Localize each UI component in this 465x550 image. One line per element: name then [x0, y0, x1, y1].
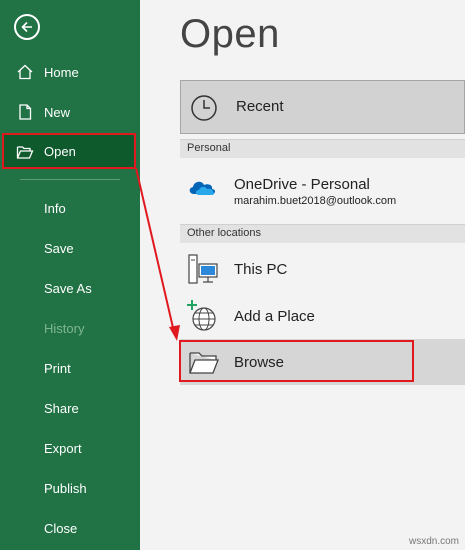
- nav-history: History: [0, 309, 140, 347]
- nav-info-label: Info: [44, 200, 66, 216]
- personal-section-header: Personal: [180, 139, 465, 158]
- new-document-icon: [19, 104, 32, 120]
- nav-export-label: Export: [44, 440, 82, 456]
- add-a-place-label: Add a Place: [234, 308, 315, 325]
- nav-home-label: Home: [44, 64, 79, 80]
- nav-save-as[interactable]: Save As: [0, 269, 140, 307]
- back-button[interactable]: [14, 14, 40, 40]
- this-pc-location[interactable]: This PC: [180, 248, 465, 292]
- nav-print[interactable]: Print: [0, 349, 140, 387]
- other-locations-header: Other locations: [180, 224, 465, 243]
- nav-save-as-label: Save As: [44, 280, 92, 296]
- onedrive-email: marahim.buet2018@outlook.com: [234, 195, 397, 207]
- browse-button[interactable]: Browse: [180, 339, 465, 385]
- nav-open-label: Open: [44, 143, 76, 159]
- nav-print-label: Print: [44, 360, 71, 376]
- home-icon: [17, 64, 33, 80]
- nav-save-label: Save: [44, 240, 74, 256]
- recent-button[interactable]: Recent: [180, 80, 465, 134]
- nav-close-label: Close: [44, 520, 78, 536]
- nav-info[interactable]: Info: [0, 189, 140, 227]
- clock-icon: [191, 95, 217, 121]
- recent-label: Recent: [236, 98, 284, 115]
- onedrive-cloud-icon: [189, 181, 215, 195]
- add-a-place-location[interactable]: Add a Place: [180, 294, 465, 338]
- watermark: wsxdn.com: [408, 536, 459, 547]
- nav-share[interactable]: Share: [0, 389, 140, 427]
- nav-publish-label: Publish: [44, 480, 87, 496]
- nav-home[interactable]: Home: [0, 53, 140, 91]
- backstage-sidebar: Home New Open Info Save Save As History …: [0, 0, 140, 550]
- back-arrow-icon: [21, 21, 32, 33]
- nav-new[interactable]: New: [0, 93, 140, 131]
- other-locations-label: Other locations: [187, 227, 261, 239]
- folder-icon: [189, 352, 219, 374]
- this-pc-label: This PC: [234, 261, 288, 278]
- nav-open[interactable]: Open: [2, 133, 136, 169]
- browse-label: Browse: [234, 354, 285, 371]
- onedrive-personal-location[interactable]: OneDrive - Personal marahim.buet2018@out…: [180, 168, 465, 212]
- globe-add-icon: [187, 300, 216, 331]
- onedrive-name: OneDrive - Personal: [234, 176, 370, 193]
- nav-share-label: Share: [44, 400, 79, 416]
- nav-history-label: History: [44, 320, 85, 336]
- folder-open-icon: [16, 146, 34, 159]
- nav-export[interactable]: Export: [0, 429, 140, 467]
- this-pc-icon: [188, 254, 218, 284]
- nav-save[interactable]: Save: [0, 229, 140, 267]
- personal-header-label: Personal: [187, 142, 231, 154]
- nav-new-label: New: [44, 104, 71, 120]
- nav-publish[interactable]: Publish: [0, 469, 140, 507]
- sidebar-divider: [20, 179, 120, 180]
- page-title: Open: [180, 12, 280, 56]
- nav-close[interactable]: Close: [0, 509, 140, 547]
